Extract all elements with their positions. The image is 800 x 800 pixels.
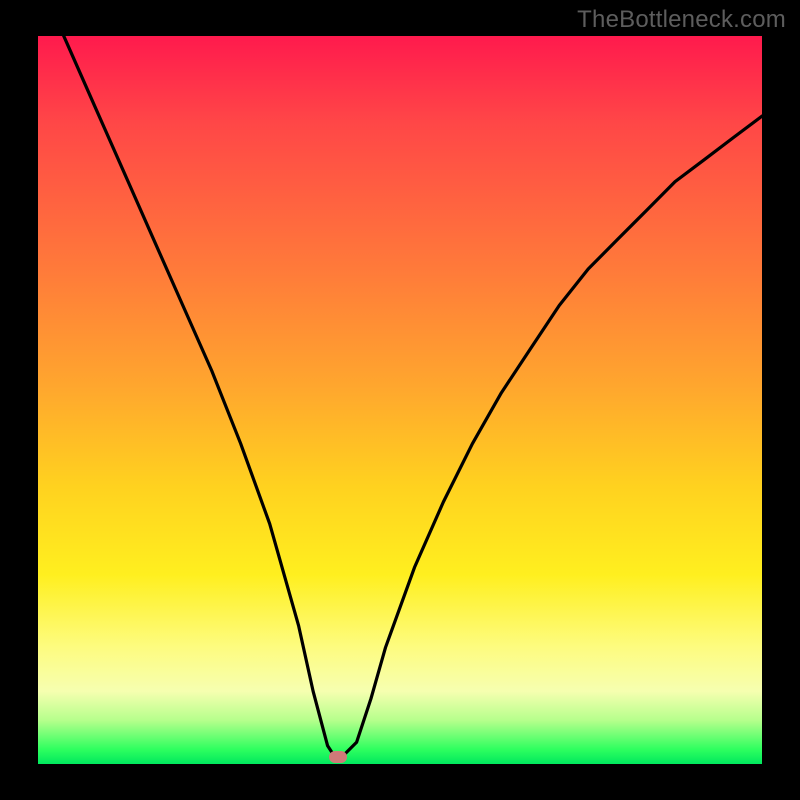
watermark-text: TheBottleneck.com — [577, 6, 786, 34]
plot-area — [38, 36, 762, 764]
chart-frame: TheBottleneck.com — [0, 0, 800, 800]
optimal-point-marker — [329, 751, 347, 763]
bottleneck-curve — [38, 36, 762, 764]
